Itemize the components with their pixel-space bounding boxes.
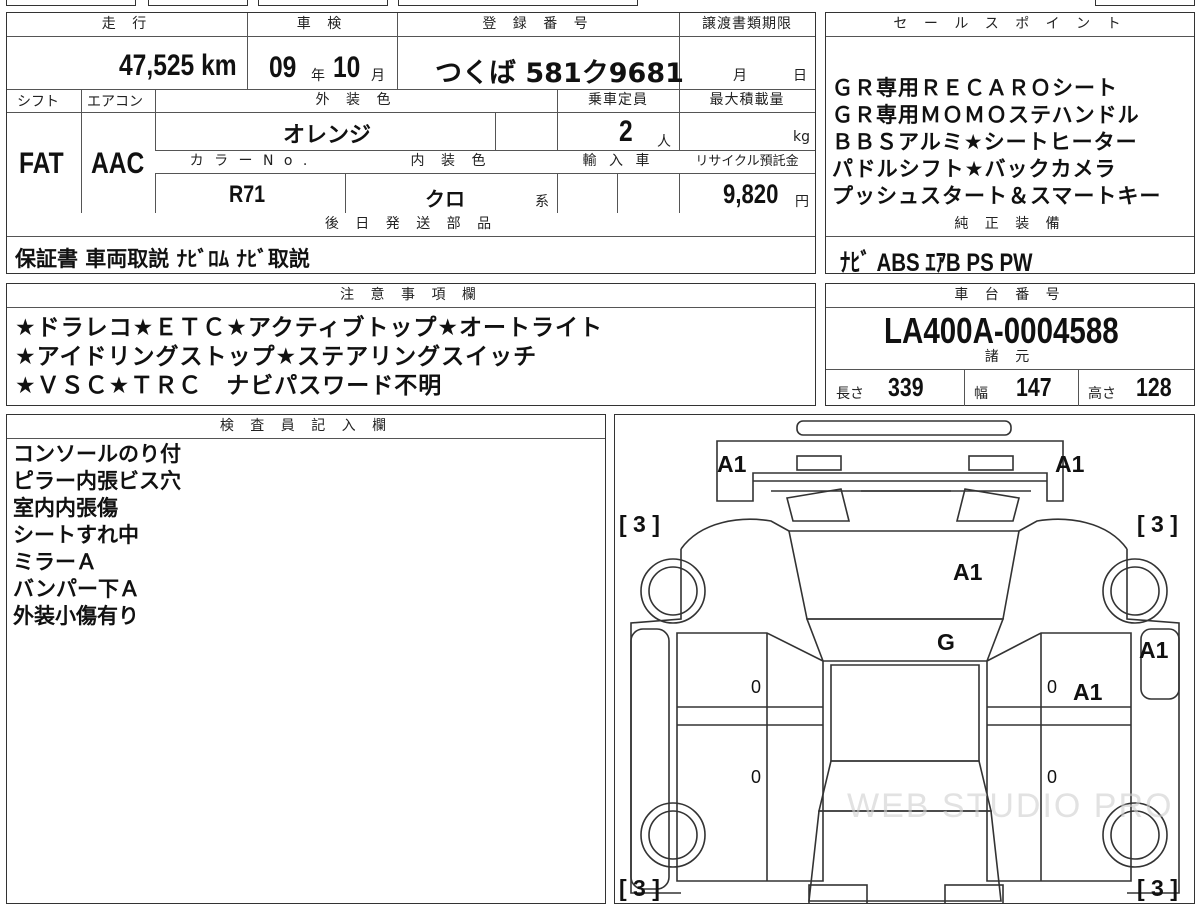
later-parts-header: 後 日 発 送 部 品 [7, 213, 815, 237]
door-mark-zero: 0 [1047, 767, 1058, 787]
specs-header: 諸 元 [826, 346, 1194, 370]
car-outline-diagram [630, 420, 1180, 903]
inspection-header: 車 検 [247, 13, 397, 37]
ac-header: エアコン [87, 94, 143, 110]
interior-color-header: 内 装 色 [345, 151, 557, 173]
inspector-line: 室内内張傷 [13, 496, 118, 520]
damage-mark-g-windshield: G [937, 629, 955, 655]
door-mark-zero: 0 [751, 767, 762, 787]
shift-value: FAT [19, 147, 64, 180]
inspector-line: コンソールのり付 [13, 442, 181, 466]
capacity-value: 2 [619, 115, 633, 148]
notes-header: 注 意 事 項 欄 [7, 284, 815, 308]
bracket-marker-top-left: [ 3 ] [619, 511, 660, 537]
sales-point-item: ＢＢＳアルミ★シートヒーター [832, 130, 1138, 154]
recycle-fee-value: 9,820 [723, 179, 779, 209]
top-strip [0, 0, 1200, 8]
color-no-value: R71 [229, 181, 266, 208]
exterior-color-value: オレンジ [283, 123, 372, 148]
damage-mark-a1-front-left: A1 [717, 451, 747, 477]
recycle-header: リサイクル預託金 [679, 151, 815, 173]
damage-mark-a1-hood: A1 [953, 559, 983, 585]
mileage-value: 47,525 km [119, 49, 237, 82]
sales-point-item: プッシュスタート＆スマートキー [832, 184, 1162, 208]
height-value: 128 [1136, 372, 1172, 402]
exterior-color-header: 外 装 色 [155, 90, 557, 112]
bracket-marker-bottom-right: [ 3 ] [1137, 875, 1178, 901]
inspector-line: バンパー下Ａ [13, 577, 141, 601]
import-header: 輸 入 車 [557, 151, 679, 173]
sales-point-item: パドルシフト★バックカメラ [832, 157, 1117, 181]
door-mark-zero: 0 [1047, 677, 1058, 697]
inspector-line: ミラーＡ [13, 550, 97, 574]
note-line: ★アイドリングストップ★ステアリングスイッチ [15, 344, 538, 370]
later-parts-value: 保証書 車両取説 ﾅﾋﾞﾛﾑ ﾅﾋﾞ取説 [15, 247, 310, 271]
capacity-header: 乗車定員 [557, 90, 679, 112]
damage-mark-a1-right-fender: A1 [1139, 637, 1169, 663]
registration-value: つくば 581ク9681 [435, 58, 684, 89]
inspector-header: 検 査 員 記 入 欄 [7, 415, 605, 439]
shift-header: シフト [17, 94, 59, 110]
sales-points-header: セ ー ル ス ポ イ ン ト [826, 13, 1194, 37]
bracket-marker-bottom-left: [ 3 ] [619, 875, 660, 901]
ac-value: AAC [91, 147, 145, 180]
damage-mark-a1-front-right: A1 [1055, 451, 1085, 477]
factory-equipment-header: 純 正 装 備 [826, 213, 1194, 237]
chassis-header: 車 台 番 号 [826, 284, 1194, 308]
car-diagram-panel: A1 A1 A1 G A1 A1 [ 3 ] [ 3 ] [ 3 ] [ 3 ]… [614, 414, 1195, 904]
vehicle-info-table: 走 行 車 検 登 録 番 号 譲渡書類期限 47,525 km 09 年 10… [6, 12, 816, 274]
inspector-panel: 検 査 員 記 入 欄 コンソールのり付 ピラー内張ビス穴 室内内張傷 シートす… [6, 414, 606, 904]
length-value: 339 [888, 372, 924, 402]
mileage-header: 走 行 [7, 13, 247, 37]
inspector-line: 外装小傷有り [13, 604, 139, 628]
deadline-header: 譲渡書類期限 [679, 13, 815, 37]
note-line: ★ＶＳＣ★ＴＲＣ ナビパスワード不明 [15, 373, 443, 399]
notes-panel: 注 意 事 項 欄 ★ドラレコ★ＥＴＣ★アクティブトップ★オートライト ★アイド… [6, 283, 816, 406]
width-value: 147 [1016, 372, 1052, 402]
watermark: WEB STUDIO PRO [847, 787, 1174, 825]
damage-mark-a1-right-door: A1 [1073, 679, 1103, 705]
inspection-year: 09 [269, 51, 297, 84]
sales-point-item: ＧＲ専用ＲＥＣＡＲＯシート [832, 76, 1118, 100]
inspector-line: シートすれ中 [13, 523, 139, 547]
inspection-month: 10 [333, 51, 361, 84]
factory-equipment-value: ﾅﾋﾞ ABS ｴｱB PS PW [840, 249, 1033, 277]
sales-points-panel: セ ー ル ス ポ イ ン ト ＧＲ専用ＲＥＣＡＲＯシート ＧＲ専用ＭＯＭＯステ… [825, 12, 1195, 277]
registration-header: 登 録 番 号 [397, 13, 679, 37]
sales-point-item: ＧＲ専用ＭＯＭＯステハンドル [832, 103, 1140, 127]
max-load-header: 最大積載量 [679, 90, 815, 112]
inspector-line: ピラー内張ビス穴 [13, 469, 181, 493]
color-no-header: カ ラ ー N o . [155, 151, 345, 173]
interior-color-value: クロ [425, 187, 465, 211]
note-line: ★ドラレコ★ＥＴＣ★アクティブトップ★オートライト [15, 315, 603, 341]
bracket-marker-top-right: [ 3 ] [1137, 511, 1178, 537]
chassis-panel: 車 台 番 号 LA400A-0004588 諸 元 長さ 339 幅 147 … [825, 283, 1195, 406]
door-mark-zero: 0 [751, 677, 762, 697]
